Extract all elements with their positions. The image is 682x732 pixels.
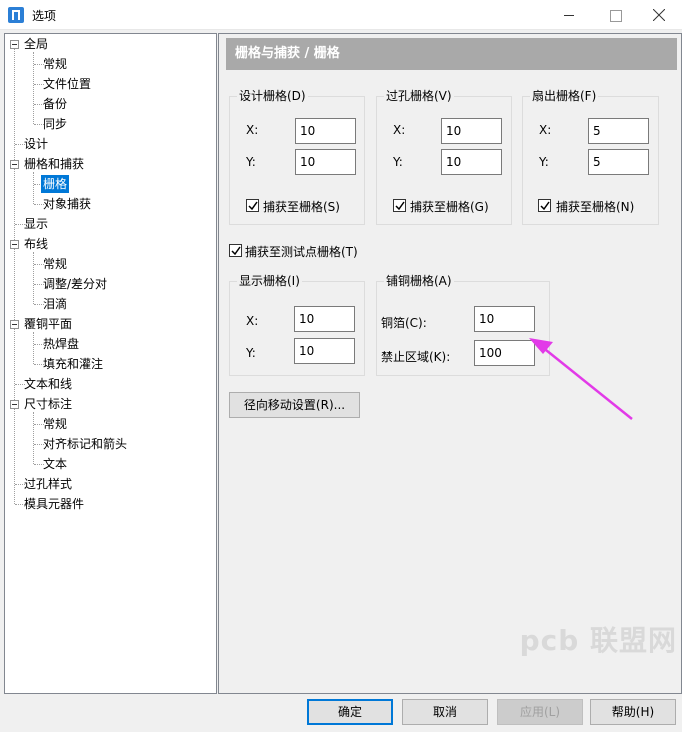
tree-item-thermals[interactable]: 热焊盘 bbox=[43, 335, 79, 353]
check-icon bbox=[540, 201, 550, 211]
copper-foil-label: 铜箔(C): bbox=[381, 316, 427, 330]
design-grid-snap-checkbox[interactable] bbox=[246, 199, 259, 212]
fanout-grid-y-label: Y: bbox=[539, 155, 549, 169]
watermark-text: pcb 联盟网 bbox=[519, 624, 677, 657]
display-grid-x-input[interactable]: 10 bbox=[294, 306, 355, 332]
keepout-label: 禁止区域(K): bbox=[381, 350, 451, 364]
check-icon bbox=[248, 201, 258, 211]
check-icon bbox=[395, 201, 405, 211]
copper-grid-title: 铺铜栅格(A) bbox=[384, 274, 454, 288]
tree-item-global[interactable]: 全局 bbox=[24, 35, 48, 53]
title-bar: 选项 bbox=[0, 0, 682, 30]
close-button[interactable] bbox=[636, 0, 682, 30]
tree-item-routing[interactable]: 布线 bbox=[24, 235, 48, 253]
design-grid-y-label: Y: bbox=[246, 155, 256, 169]
via-grid-y-input[interactable]: 10 bbox=[441, 149, 502, 175]
via-grid-title: 过孔栅格(V) bbox=[384, 89, 454, 103]
via-grid-y-label: Y: bbox=[393, 155, 403, 169]
expander-icon[interactable] bbox=[10, 320, 19, 329]
snap-testpoint-label[interactable]: 捕获至测试点栅格(T) bbox=[245, 243, 358, 260]
design-grid-x-label: X: bbox=[246, 123, 259, 137]
expander-icon[interactable] bbox=[10, 160, 19, 169]
radial-move-setup-button[interactable]: 径向移动设置(R)... bbox=[229, 392, 360, 418]
fanout-grid-x-input[interactable]: 5 bbox=[588, 118, 649, 144]
fanout-grid-snap-checkbox[interactable] bbox=[538, 199, 551, 212]
display-grid-title: 显示栅格(I) bbox=[237, 274, 302, 288]
apply-button[interactable]: 应用(L) bbox=[497, 699, 583, 725]
tree-item-routing-general[interactable]: 常规 bbox=[43, 255, 67, 273]
options-tree[interactable]: 全局 常规 文件位置 备份 同步 设计 栅格和捕获 栅格 对象捕获 显示 布线 … bbox=[4, 33, 217, 694]
fanout-grid-y-input[interactable]: 5 bbox=[588, 149, 649, 175]
tree-item-grids[interactable]: 栅格 bbox=[41, 175, 70, 193]
keepout-input[interactable]: 100 bbox=[474, 340, 535, 366]
expander-icon[interactable] bbox=[10, 400, 19, 409]
tree-item-display[interactable]: 显示 bbox=[24, 215, 48, 233]
minimize-button[interactable] bbox=[546, 0, 592, 30]
tree-item-dim-general[interactable]: 常规 bbox=[43, 415, 67, 433]
via-grid-snap-label[interactable]: 捕获至栅格(G) bbox=[410, 198, 489, 215]
tree-item-alignment-arrows[interactable]: 对齐标记和箭头 bbox=[43, 435, 127, 453]
help-button[interactable]: 帮助(H) bbox=[590, 699, 676, 725]
tree-item-copper-plane[interactable]: 覆铜平面 bbox=[24, 315, 72, 333]
snap-testpoint-checkbox[interactable] bbox=[229, 244, 242, 257]
fanout-grid-group: 扇出栅格(F) X: 5 Y: 5 捕获至栅格(N) bbox=[522, 89, 659, 225]
tree-item-dim-text[interactable]: 文本 bbox=[43, 455, 67, 473]
tree-item-dimensioning[interactable]: 尺寸标注 bbox=[24, 395, 72, 413]
design-grid-title: 设计栅格(D) bbox=[237, 89, 308, 103]
expander-icon[interactable] bbox=[10, 40, 19, 49]
settings-panel: 栅格与捕获 / 栅格 设计栅格(D) X: 10 Y: 10 捕获至栅格(S) … bbox=[218, 33, 682, 694]
tree-item-text-lines[interactable]: 文本和线 bbox=[24, 375, 72, 393]
expander-icon[interactable] bbox=[10, 240, 19, 249]
via-grid-x-input[interactable]: 10 bbox=[441, 118, 502, 144]
tree-item-global-general[interactable]: 常规 bbox=[43, 55, 67, 73]
copper-foil-input[interactable]: 10 bbox=[474, 306, 535, 332]
cancel-button[interactable]: 取消 bbox=[402, 699, 488, 725]
window-title: 选项 bbox=[32, 9, 57, 23]
tree-item-die-component[interactable]: 模具元器件 bbox=[24, 495, 84, 513]
maximize-button[interactable] bbox=[592, 0, 638, 30]
via-grid-snap-checkbox[interactable] bbox=[393, 199, 406, 212]
display-grid-x-label: X: bbox=[246, 314, 259, 328]
app-icon bbox=[8, 7, 24, 23]
tree-item-teardrops[interactable]: 泪滴 bbox=[43, 295, 67, 313]
fanout-grid-title: 扇出栅格(F) bbox=[530, 89, 599, 103]
design-grid-snap-label[interactable]: 捕获至栅格(S) bbox=[263, 198, 340, 215]
tree-item-design[interactable]: 设计 bbox=[24, 135, 48, 153]
via-grid-x-label: X: bbox=[393, 123, 406, 137]
check-icon bbox=[231, 246, 241, 256]
design-grid-group: 设计栅格(D) X: 10 Y: 10 捕获至栅格(S) bbox=[229, 89, 365, 225]
tree-item-file-locations[interactable]: 文件位置 bbox=[43, 75, 91, 93]
tree-item-sync[interactable]: 同步 bbox=[43, 115, 67, 133]
display-grid-y-input[interactable]: 10 bbox=[294, 338, 355, 364]
tree-item-backup[interactable]: 备份 bbox=[43, 95, 67, 113]
via-grid-group: 过孔栅格(V) X: 10 Y: 10 捕获至栅格(G) bbox=[376, 89, 512, 225]
tree-item-fill-flood[interactable]: 填充和灌注 bbox=[43, 355, 103, 373]
design-grid-y-input[interactable]: 10 bbox=[295, 149, 356, 175]
display-grid-group: 显示栅格(I) X: 10 Y: 10 bbox=[229, 274, 365, 376]
design-grid-x-input[interactable]: 10 bbox=[295, 118, 356, 144]
ok-button[interactable]: 确定 bbox=[307, 699, 393, 725]
display-grid-y-label: Y: bbox=[246, 346, 256, 360]
fanout-grid-x-label: X: bbox=[539, 123, 552, 137]
tree-item-object-snap[interactable]: 对象捕获 bbox=[43, 195, 91, 213]
close-icon bbox=[653, 9, 665, 21]
tree-item-via-patterns[interactable]: 过孔样式 bbox=[24, 475, 72, 493]
panel-header: 栅格与捕获 / 栅格 bbox=[226, 38, 677, 70]
fanout-grid-snap-label[interactable]: 捕获至栅格(N) bbox=[556, 198, 634, 215]
tree-item-tuning-diffpair[interactable]: 调整/差分对 bbox=[43, 275, 107, 293]
copper-grid-group: 铺铜栅格(A) 铜箔(C): 10 禁止区域(K): 100 bbox=[376, 274, 550, 376]
tree-item-grids-snap[interactable]: 栅格和捕获 bbox=[24, 155, 84, 173]
